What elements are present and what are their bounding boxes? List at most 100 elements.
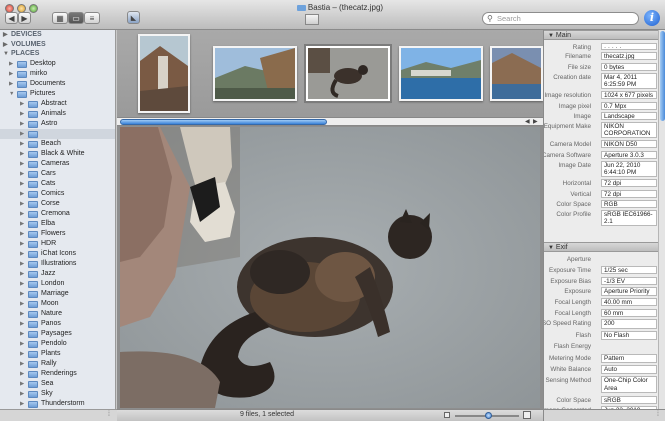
- disclosure-triangle-icon[interactable]: ▶: [20, 129, 24, 139]
- sidebar-item-folder[interactable]: ▶ Abstract: [0, 99, 115, 109]
- sidebar-item-folder[interactable]: ▶: [0, 128, 115, 139]
- filmstrip-view-button[interactable]: ▭: [68, 12, 84, 24]
- property-value[interactable]: One-Chip Color Area: [601, 376, 657, 394]
- slideshow-button[interactable]: ◣: [127, 11, 140, 24]
- disclosure-triangle-icon[interactable]: ▶: [20, 279, 24, 289]
- sidebar-item-folder[interactable]: ▶ Paysages: [0, 329, 115, 339]
- disclosure-triangle-icon[interactable]: ▶: [20, 329, 24, 339]
- main-section-header[interactable]: ▼ Main: [544, 30, 665, 40]
- property-value[interactable]: 72 dpi: [601, 189, 657, 198]
- scroll-left-arrow-icon[interactable]: ◀: [525, 118, 530, 125]
- info-button[interactable]: i: [644, 10, 660, 26]
- disclosure-triangle-icon[interactable]: ▶: [20, 289, 24, 299]
- sidebar-item-folder[interactable]: ▶ Renderings: [0, 369, 115, 379]
- disclosure-triangle-icon[interactable]: ▶: [20, 219, 24, 229]
- forward-button[interactable]: ▶: [18, 12, 31, 24]
- disclosure-triangle-icon[interactable]: ▶: [20, 349, 24, 359]
- filmstrip-scrollbar[interactable]: ◀ ▶: [117, 117, 543, 126]
- disclosure-triangle-icon[interactable]: ▶: [20, 369, 24, 379]
- property-value[interactable]: Jun 22, 2010 6:44:10 PM: [601, 161, 657, 177]
- sidebar-item-folder[interactable]: ▶ Animals: [0, 109, 115, 119]
- disclosure-triangle-icon[interactable]: ▶: [9, 69, 13, 79]
- disclosure-triangle-icon[interactable]: ▶: [20, 199, 24, 209]
- back-button[interactable]: ◀: [5, 12, 18, 24]
- scrollbar-thumb[interactable]: [660, 31, 665, 121]
- zoom-out-icon[interactable]: [444, 412, 450, 418]
- sidebar-item-folder[interactable]: ▶ Sky: [0, 389, 115, 399]
- sidebar-item-folder[interactable]: ▶ Illustrations: [0, 259, 115, 269]
- disclosure-triangle-icon[interactable]: ▶: [20, 139, 24, 149]
- disclosure-triangle-icon[interactable]: ▶: [20, 299, 24, 309]
- disclosure-triangle-icon[interactable]: ▶: [20, 249, 24, 259]
- sidebar-item-folder[interactable]: ▶ Flowers: [0, 229, 115, 239]
- thumbnail-image[interactable]: [213, 46, 297, 101]
- document-proxy-icon[interactable]: [305, 14, 319, 25]
- disclosure-triangle-icon[interactable]: ▶: [20, 239, 24, 249]
- sidebar-item-folder[interactable]: ▶ Moon: [0, 299, 115, 309]
- slider-knob[interactable]: [485, 412, 492, 419]
- disclosure-triangle-icon[interactable]: ▶: [20, 109, 24, 119]
- property-value[interactable]: NIKON D50: [601, 140, 657, 149]
- property-value[interactable]: No Flash: [601, 331, 657, 341]
- disclosure-triangle-icon[interactable]: ▶: [20, 399, 24, 409]
- property-value[interactable]: Aperture Priority: [601, 286, 657, 296]
- sidebar-item-place[interactable]: ▶ Documents: [0, 79, 115, 89]
- sidebar-item-place[interactable]: ▼ Pictures: [0, 89, 115, 99]
- sidebar-item-folder[interactable]: ▶ Nature: [0, 309, 115, 319]
- property-value[interactable]: Landscape: [601, 111, 657, 120]
- property-value[interactable]: 60 mm: [601, 308, 657, 317]
- sidebar-item-folder[interactable]: ▶ Panos: [0, 319, 115, 329]
- resize-handle-icon[interactable]: ⁞: [108, 411, 110, 418]
- disclosure-triangle-icon[interactable]: ▼: [9, 89, 14, 99]
- property-value[interactable]: sRGB: [601, 395, 657, 404]
- disclosure-triangle-icon[interactable]: ▼: [548, 245, 554, 251]
- property-value[interactable]: Aperture 3.0.3: [601, 150, 657, 159]
- sidebar-item-folder[interactable]: ▶ London: [0, 279, 115, 289]
- search-input[interactable]: Search: [497, 14, 521, 23]
- sidebar-item-folder[interactable]: ▶ Elba: [0, 219, 115, 229]
- search-field[interactable]: ⚲ Search: [482, 12, 639, 25]
- sidebar-item-folder[interactable]: ▶ Corse: [0, 199, 115, 209]
- disclosure-triangle-icon[interactable]: ▶: [20, 269, 24, 279]
- sidebar-item-folder[interactable]: ▶ Beach: [0, 139, 115, 149]
- zoom-window-icon[interactable]: [29, 4, 38, 13]
- property-value[interactable]: 1/25 sec: [601, 266, 657, 275]
- sidebar-item-folder[interactable]: ▶ Cats: [0, 179, 115, 189]
- sidebar-item-folder[interactable]: ▶ Jazz: [0, 269, 115, 279]
- property-value[interactable]: RGB: [601, 199, 657, 208]
- sidebar-section-volumes[interactable]: ▶ VOLUMES: [0, 40, 115, 50]
- property-value[interactable]: sRGB IEC61966-2.1: [601, 210, 657, 227]
- property-value[interactable]: 0.7 Mpx: [601, 101, 657, 110]
- exif-section-header[interactable]: ▼ Exif: [544, 242, 665, 252]
- disclosure-triangle-icon[interactable]: ▶: [20, 229, 24, 239]
- zoom-slider[interactable]: [455, 412, 519, 419]
- sidebar-item-folder[interactable]: ▶ Cameras: [0, 159, 115, 169]
- disclosure-triangle-icon[interactable]: ▶: [20, 149, 24, 159]
- thumbnail-image[interactable]: [490, 46, 543, 101]
- sidebar-section-places[interactable]: ▼ PLACES: [0, 49, 115, 59]
- sidebar-item-folder[interactable]: ▶ Comics: [0, 189, 115, 199]
- sidebar-item-folder[interactable]: ▶ HDR: [0, 239, 115, 249]
- grid-view-button[interactable]: ▦: [52, 12, 68, 24]
- disclosure-triangle-icon[interactable]: ▶: [9, 59, 13, 69]
- thumbnail-image[interactable]: [399, 46, 483, 101]
- sidebar-item-place[interactable]: ▶ mirko: [0, 69, 115, 79]
- sidebar-item-folder[interactable]: ▶ Pendolo: [0, 339, 115, 349]
- property-value[interactable]: 40.00 mm: [601, 298, 657, 307]
- property-value[interactable]: 1024 x 677 pixels: [601, 91, 657, 100]
- sidebar-item-folder[interactable]: ▶ Cremona: [0, 209, 115, 219]
- scrollbar-thumb[interactable]: [120, 119, 327, 125]
- sidebar-item-folder[interactable]: ▶ Sea: [0, 379, 115, 389]
- sidebar-item-folder[interactable]: ▶ Astro: [0, 119, 115, 129]
- property-value[interactable]: thecatz.jpg: [601, 52, 657, 61]
- sidebar-item-folder[interactable]: ▶ Marriage: [0, 289, 115, 299]
- disclosure-triangle-icon[interactable]: ▶: [20, 189, 24, 199]
- sidebar-item-place[interactable]: ▶ Desktop: [0, 59, 115, 69]
- image-viewer[interactable]: [120, 127, 540, 408]
- disclosure-triangle-icon[interactable]: ▶: [20, 339, 24, 349]
- property-value[interactable]: 200: [601, 318, 657, 329]
- thumbnail-image-selected[interactable]: [304, 44, 392, 103]
- disclosure-triangle-icon[interactable]: ▶: [20, 319, 24, 329]
- disclosure-triangle-icon[interactable]: ▶: [20, 159, 24, 169]
- disclosure-triangle-icon[interactable]: ▶: [20, 169, 24, 179]
